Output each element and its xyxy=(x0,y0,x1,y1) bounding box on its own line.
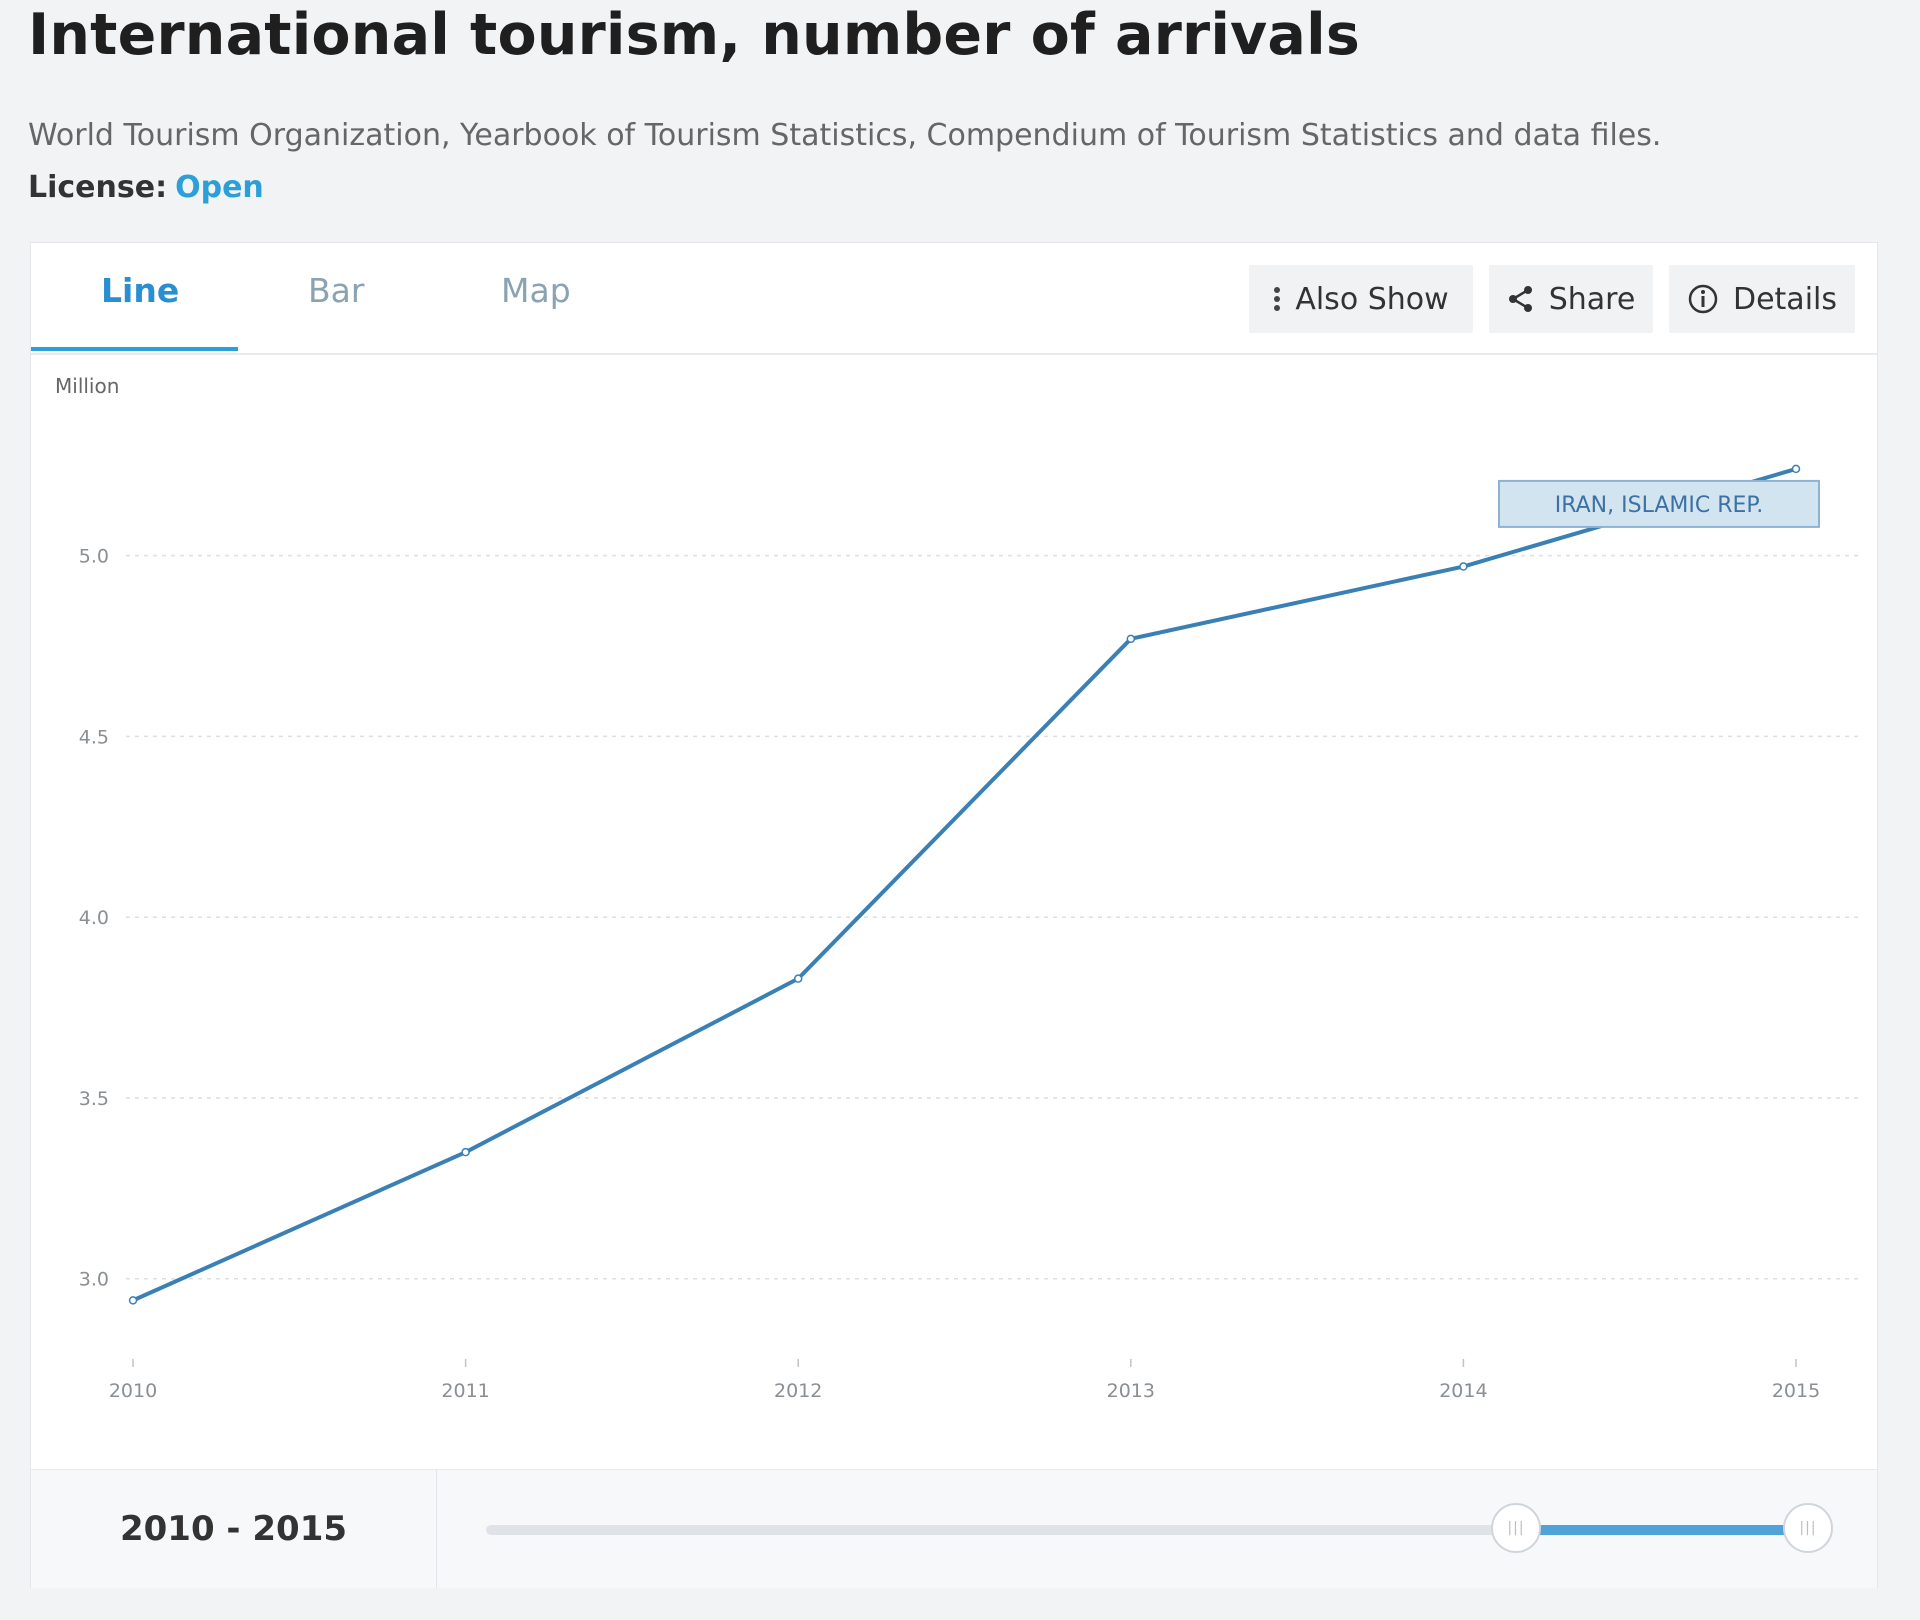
page-title: International tourism, number of arrival… xyxy=(28,2,1360,68)
chart-card: Line Bar Map Also Show Share Details Mil… xyxy=(30,242,1878,1588)
license-link[interactable]: Open xyxy=(175,170,264,205)
y-tick-label: 4.5 xyxy=(79,726,109,748)
x-tick-label: 2010 xyxy=(109,1380,157,1402)
x-tick-label: 2014 xyxy=(1439,1380,1487,1402)
y-axis-unit-label: Million xyxy=(55,374,119,398)
data-point xyxy=(793,974,803,983)
y-tick-label: 3.5 xyxy=(79,1088,109,1110)
series-line xyxy=(131,466,1798,1303)
x-tick-label: 2013 xyxy=(1107,1380,1155,1402)
x-tick-label: 2015 xyxy=(1772,1380,1820,1402)
data-point xyxy=(128,1296,138,1305)
data-point xyxy=(1126,634,1136,644)
license-line: License: Open xyxy=(28,170,264,205)
slider-selected-range xyxy=(1516,1525,1806,1535)
series-label: IRAN, ISLAMIC REP. xyxy=(1555,493,1763,518)
year-range-label: 2010 - 2015 xyxy=(31,1470,437,1588)
y-tick-label: 4.0 xyxy=(79,907,109,929)
data-point xyxy=(1791,464,1801,474)
y-tick-label: 3.0 xyxy=(79,1269,109,1291)
line-chart: Million 3.0 3.5 4.0 4.5 5.0 2010 2011 2012 2013 20… xyxy=(55,374,1861,1402)
year-range-slider-area: 2010 - 2015 ||| ||| xyxy=(31,1469,1877,1588)
x-tick-label: 2011 xyxy=(441,1380,489,1402)
data-point xyxy=(461,1147,470,1157)
x-tick-label: 2012 xyxy=(774,1380,822,1402)
license-label: License: xyxy=(28,170,168,205)
data-point xyxy=(1459,562,1468,571)
slider-start-handle[interactable]: ||| xyxy=(1491,1503,1541,1553)
slider-end-handle[interactable]: ||| xyxy=(1783,1503,1833,1553)
source-text: World Tourism Organization, Yearbook of … xyxy=(28,118,1662,153)
y-tick-label: 5.0 xyxy=(79,546,109,568)
